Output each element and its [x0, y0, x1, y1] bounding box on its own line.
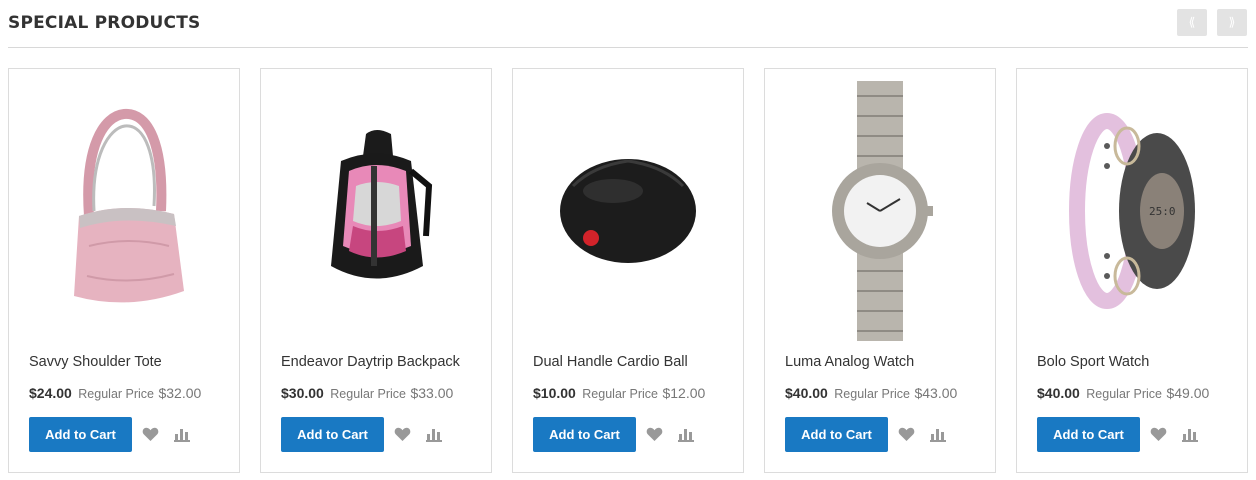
product-name[interactable]: Dual Handle Cardio Ball — [533, 354, 688, 370]
regular-price: $49.00 — [1166, 385, 1210, 401]
product-image-sport-watch[interactable]: 25:0 — [1029, 81, 1235, 341]
add-to-cart-button[interactable]: Add to Cart — [281, 417, 384, 452]
regular-price-label: Regular Price — [1086, 387, 1163, 401]
special-price: $30.00 — [281, 385, 324, 401]
compare-icon[interactable] — [1182, 428, 1198, 442]
regular-price-label: Regular Price — [330, 387, 407, 401]
price-box: $40.00 Regular Price $43.00 — [785, 385, 957, 403]
price-box: $24.00 Regular Price $32.00 — [29, 385, 201, 403]
add-to-cart-button[interactable]: Add to Cart — [533, 417, 636, 452]
price-box: $40.00 Regular Price $49.00 — [1037, 385, 1209, 403]
product-card-bolo-sport-watch: 25:0 Bolo Sport Watch $40.00 Regular Pri… — [1016, 68, 1248, 473]
product-name[interactable]: Savvy Shoulder Tote — [29, 354, 162, 370]
price-box: $10.00 Regular Price $12.00 — [533, 385, 705, 403]
compare-icon[interactable] — [930, 428, 946, 442]
heart-icon[interactable] — [646, 427, 663, 442]
add-to-cart-button[interactable]: Add to Cart — [1037, 417, 1140, 452]
regular-price: $33.00 — [410, 385, 454, 401]
add-to-cart-button[interactable]: Add to Cart — [785, 417, 888, 452]
heart-icon[interactable] — [142, 427, 159, 442]
carousel-next-button[interactable]: ⟫ — [1217, 9, 1247, 36]
compare-icon[interactable] — [174, 428, 190, 442]
product-image-shoulder-bag[interactable] — [21, 81, 227, 341]
heart-icon[interactable] — [394, 427, 411, 442]
product-card-dual-handle-cardio-ball: Dual Handle Cardio Ball $10.00 Regular P… — [512, 68, 744, 473]
special-price: $24.00 — [29, 385, 72, 401]
product-card-endeavor-daytrip-backpack: Endeavor Daytrip Backpack $30.00 Regular… — [260, 68, 492, 473]
regular-price: $43.00 — [914, 385, 958, 401]
product-name[interactable]: Endeavor Daytrip Backpack — [281, 354, 460, 370]
product-card-luma-analog-watch: Luma Analog Watch $40.00 Regular Price $… — [764, 68, 996, 473]
regular-price-label: Regular Price — [834, 387, 911, 401]
svg-text:25:0: 25:0 — [1149, 205, 1176, 218]
special-price: $40.00 — [1037, 385, 1080, 401]
product-card-savvy-shoulder-tote: Savvy Shoulder Tote $24.00 Regular Price… — [8, 68, 240, 473]
heart-icon[interactable] — [1150, 427, 1167, 442]
regular-price: $32.00 — [158, 385, 202, 401]
regular-price-label: Regular Price — [78, 387, 155, 401]
product-image-backpack[interactable] — [273, 81, 479, 341]
special-products-header: Special Products ⟪ ⟫ — [8, 0, 1248, 48]
compare-icon[interactable] — [678, 428, 694, 442]
product-image-cardio-ball[interactable] — [525, 81, 731, 341]
add-to-cart-button[interactable]: Add to Cart — [29, 417, 132, 452]
heart-icon[interactable] — [898, 427, 915, 442]
product-name[interactable]: Bolo Sport Watch — [1037, 354, 1149, 370]
carousel-prev-button[interactable]: ⟪ — [1177, 9, 1207, 36]
product-name[interactable]: Luma Analog Watch — [785, 354, 914, 370]
product-image-analog-watch[interactable] — [777, 81, 983, 341]
special-price: $10.00 — [533, 385, 576, 401]
regular-price-label: Regular Price — [582, 387, 659, 401]
special-price: $40.00 — [785, 385, 828, 401]
section-title: Special Products — [8, 13, 201, 33]
compare-icon[interactable] — [426, 428, 442, 442]
price-box: $30.00 Regular Price $33.00 — [281, 385, 453, 403]
regular-price: $12.00 — [662, 385, 706, 401]
